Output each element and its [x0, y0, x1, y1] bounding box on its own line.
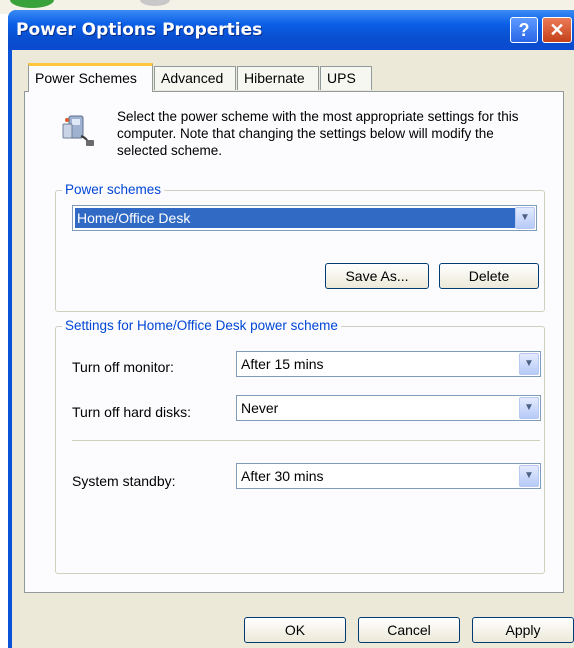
intro-description: Select the power scheme with the most ap…	[117, 109, 519, 158]
dialog-client-area: Power Schemes Advanced Hibernate UPS Sel…	[12, 50, 574, 648]
group-label: Power schemes	[62, 182, 165, 197]
ok-button[interactable]: OK	[244, 617, 346, 643]
desktop-icon-fragment	[10, 0, 54, 8]
power-schemes-panel: Select the power scheme with the most ap…	[24, 91, 564, 593]
group-label: Settings for Home/Office Desk power sche…	[62, 318, 341, 333]
selected-scheme-value: Home/Office Desk	[75, 208, 515, 228]
save-as-button[interactable]: Save As...	[325, 263, 429, 289]
power-schemes-group: Power schemes Home/Office Desk ▼ Save As…	[55, 182, 545, 312]
system-standby-label: System standby:	[72, 473, 176, 489]
tab-advanced[interactable]: Advanced	[154, 66, 236, 90]
power-scheme-dropdown[interactable]: Home/Office Desk ▼	[72, 205, 537, 231]
turn-off-monitor-dropdown[interactable]: After 15 mins ▼	[236, 351, 541, 377]
help-icon: ?	[518, 20, 530, 40]
turn-off-hard-disks-label: Turn off hard disks:	[72, 404, 192, 420]
dropdown-value: Never	[241, 400, 279, 416]
close-icon: ✕	[549, 20, 565, 40]
tab-power-schemes[interactable]: Power Schemes	[28, 63, 153, 92]
apply-button[interactable]: Apply	[472, 617, 574, 643]
system-standby-dropdown[interactable]: After 30 mins ▼	[236, 463, 541, 489]
window-title: Power Options Properties	[16, 20, 263, 40]
dropdown-value: After 30 mins	[241, 468, 324, 484]
power-options-window: Power Options Properties ? ✕ Power Schem…	[8, 10, 574, 648]
dropdown-value: After 15 mins	[241, 356, 324, 372]
power-scheme-icon	[62, 115, 94, 146]
turn-off-monitor-label: Turn off monitor:	[72, 359, 174, 375]
divider	[72, 440, 540, 441]
delete-button[interactable]: Delete	[439, 263, 539, 289]
tab-hibernate[interactable]: Hibernate	[237, 66, 319, 90]
desktop-icon-fragment	[140, 0, 170, 6]
turn-off-hard-disks-dropdown[interactable]: Never ▼	[236, 395, 541, 421]
chevron-down-icon[interactable]: ▼	[519, 465, 539, 487]
scheme-settings-group: Settings for Home/Office Desk power sche…	[55, 318, 545, 574]
chevron-down-icon[interactable]: ▼	[519, 397, 539, 419]
title-bar[interactable]: Power Options Properties ? ✕	[8, 10, 574, 50]
chevron-down-icon[interactable]: ▼	[515, 207, 535, 229]
help-button[interactable]: ?	[510, 17, 538, 43]
close-button[interactable]: ✕	[542, 17, 572, 43]
cancel-button[interactable]: Cancel	[358, 617, 460, 643]
chevron-down-icon[interactable]: ▼	[519, 353, 539, 375]
tab-ups[interactable]: UPS	[320, 66, 372, 90]
